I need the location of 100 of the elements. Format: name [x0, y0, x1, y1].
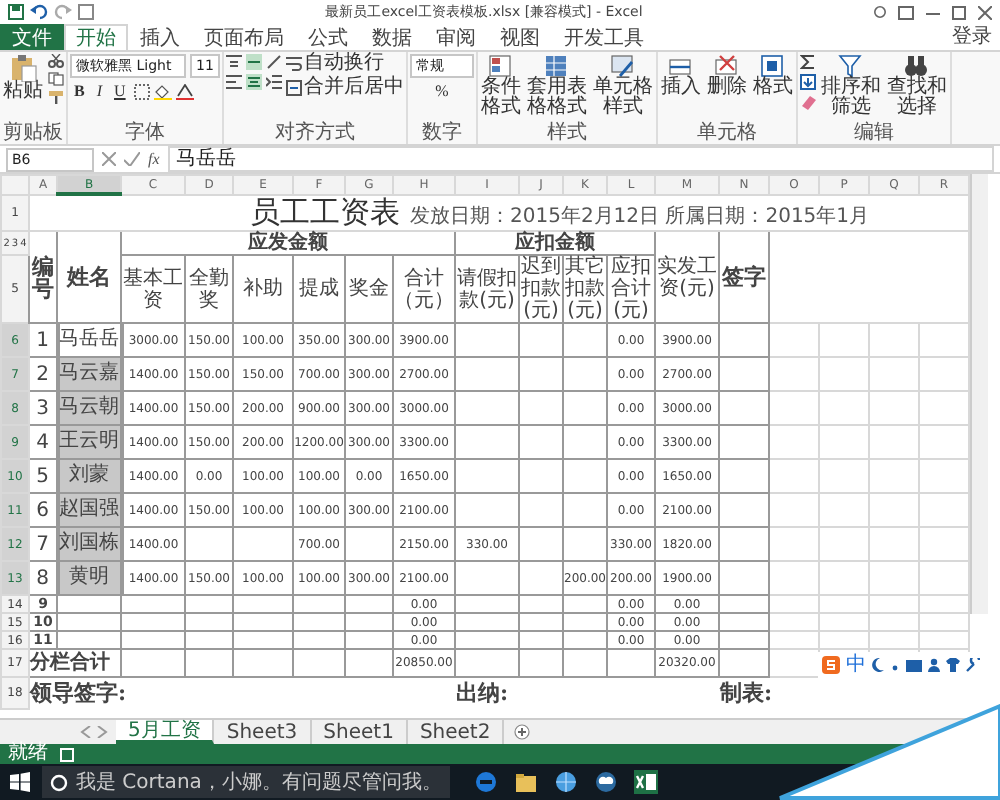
- header-cell: 应发金额: [121, 231, 455, 255]
- undo-icon[interactable]: [30, 4, 48, 20]
- shirt-icon[interactable]: [946, 658, 960, 672]
- ribbon-command[interactable]: 单元格样式: [591, 54, 654, 118]
- ribbon-command[interactable]: 排序和筛选: [819, 54, 882, 118]
- ribbon-command[interactable]: 自动换行: [285, 54, 404, 74]
- group-label: 对齐方式: [272, 122, 357, 144]
- fill-down-icon[interactable]: [799, 74, 816, 90]
- cancel-icon[interactable]: [102, 152, 116, 166]
- file-tab[interactable]: 文件: [0, 24, 64, 50]
- header-cell: 迟到扣款(元): [519, 255, 563, 323]
- save-icon[interactable]: [8, 4, 24, 20]
- scissors-icon[interactable]: [48, 54, 64, 68]
- ribbon-command[interactable]: 格式: [751, 54, 794, 98]
- header-cell: 奖金: [345, 255, 393, 323]
- sign-in-link[interactable]: 登录: [952, 24, 1000, 50]
- ribbon-command[interactable]: 粘贴: [2, 54, 44, 102]
- italic-button[interactable]: I: [92, 82, 107, 100]
- keyboard-icon[interactable]: [906, 659, 922, 671]
- sheet-tab[interactable]: 5月工资: [116, 720, 215, 744]
- align-top-icon[interactable]: [225, 54, 242, 70]
- ribbon-tab[interactable]: 开始: [64, 24, 128, 50]
- ribbon-tab[interactable]: 页面布局: [192, 24, 296, 50]
- group-label: 字体: [122, 122, 167, 144]
- table-cell: 王云明: [57, 425, 121, 459]
- folder-icon[interactable]: [513, 770, 538, 794]
- cell-style-icon: [610, 54, 635, 78]
- ribbon-tab[interactable]: 开发工具: [552, 24, 656, 50]
- bold-button[interactable]: B: [70, 82, 89, 100]
- group-label: 样式: [544, 122, 589, 144]
- customize-icon[interactable]: [78, 4, 94, 20]
- header-cell: 基本工资: [121, 255, 185, 323]
- signature-label: 制表:: [719, 677, 969, 709]
- close-icon[interactable]: [978, 5, 992, 19]
- ime-logo-icon[interactable]: [822, 656, 840, 674]
- table-cell: 马云嘉: [57, 357, 121, 391]
- group-label: 编辑: [851, 122, 896, 144]
- header-cell: 实发工资(元): [655, 231, 719, 323]
- font-color-icon[interactable]: [175, 83, 194, 99]
- header-cell: 签字: [719, 231, 769, 323]
- ribbon-command[interactable]: 查找和选择: [885, 54, 948, 118]
- spreadsheet-app-icon[interactable]: [633, 770, 658, 794]
- taskbar-search-field[interactable]: 我是 Cortana，小娜。有问题尽管问我。: [42, 766, 450, 798]
- ribbon-tab[interactable]: 视图: [488, 24, 552, 50]
- insert-function-button[interactable]: fx: [148, 150, 160, 168]
- formula-input[interactable]: 马岳岳: [167, 146, 994, 172]
- ribbon-command[interactable]: 套用表格格式: [525, 54, 588, 118]
- add-sheet-icon[interactable]: [514, 724, 531, 740]
- macro-record-icon: [60, 747, 74, 761]
- ribbon-display-icon[interactable]: [898, 5, 914, 19]
- orientation-icon[interactable]: [265, 54, 282, 70]
- person-icon[interactable]: [928, 658, 940, 672]
- header-cell: 合计（元）: [393, 255, 455, 323]
- indent-icon[interactable]: [265, 74, 282, 90]
- header-cell: 其它扣款(元): [563, 255, 607, 323]
- sheet-title: 员工工资表: [248, 194, 400, 230]
- ribbon-tab[interactable]: 数据: [360, 24, 424, 50]
- sum-icon[interactable]: [799, 54, 816, 70]
- group-label: 单元格: [694, 122, 759, 144]
- globe-icon[interactable]: [553, 770, 578, 794]
- format-painter-icon[interactable]: [48, 90, 64, 104]
- merge-center-icon: [285, 80, 302, 96]
- cloud-icon[interactable]: [593, 770, 618, 794]
- group-label: 剪贴板: [2, 122, 64, 144]
- eraser-icon[interactable]: [799, 94, 816, 110]
- vertical-scrollbar[interactable]: [970, 174, 988, 614]
- enter-icon[interactable]: [124, 152, 140, 166]
- ribbon-command[interactable]: 条件格式: [479, 54, 522, 118]
- border-icon[interactable]: [133, 83, 150, 99]
- date-note: 发放日期：2015年2月12日 所属日期：2015年1月: [410, 206, 870, 228]
- moon-icon[interactable]: [872, 658, 884, 672]
- percent-button[interactable]: %: [409, 82, 474, 100]
- windows-start-icon[interactable]: [10, 772, 30, 792]
- header-cell: 应扣合计(元): [607, 255, 655, 323]
- binoculars-icon: [904, 54, 929, 78]
- fill-color-icon[interactable]: [153, 83, 172, 99]
- table-cell: 黄明: [57, 561, 121, 595]
- ribbon-tab[interactable]: 插入: [128, 24, 192, 50]
- maximize-icon[interactable]: [952, 5, 966, 19]
- align-middle-icon[interactable]: [245, 54, 262, 70]
- ribbon-command[interactable]: 插入: [659, 54, 702, 98]
- ribbon-command[interactable]: 合并后居中: [285, 78, 404, 98]
- table-cell: 马云朝: [57, 391, 121, 425]
- table-cell: 刘蒙: [57, 459, 121, 493]
- underline-button[interactable]: U: [110, 82, 130, 100]
- ribbon-tab[interactable]: 审阅: [424, 24, 488, 50]
- wrap-text-icon: [285, 56, 302, 72]
- align-left-icon[interactable]: [225, 74, 242, 90]
- help-icon[interactable]: [874, 4, 886, 20]
- table-cell: 刘国栋: [57, 527, 121, 561]
- copy-icon[interactable]: [48, 72, 64, 86]
- header-cell: 请假扣款(元): [455, 255, 519, 323]
- align-center-icon[interactable]: [245, 74, 262, 90]
- table-cell: 马岳岳: [57, 323, 121, 357]
- ribbon-tab[interactable]: 公式: [296, 24, 360, 50]
- header-cell: 应扣金额: [455, 231, 655, 255]
- cortana-icon: [50, 773, 68, 791]
- ribbon-command[interactable]: 删除: [705, 54, 748, 98]
- group-label: 数字: [419, 122, 464, 144]
- total-label: 分栏合计: [29, 649, 121, 677]
